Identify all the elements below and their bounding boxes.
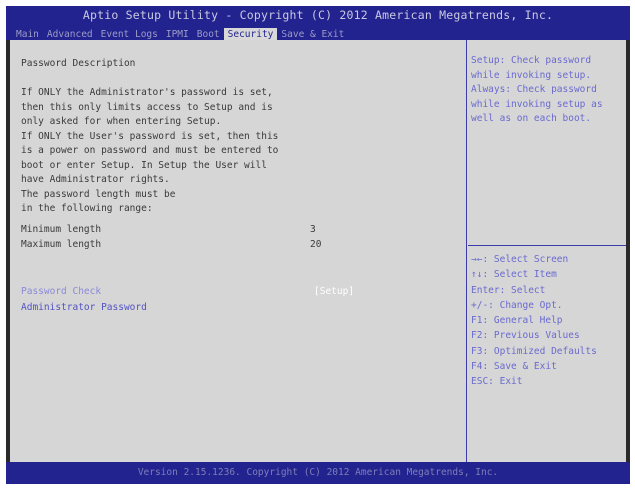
max-length-label: Maximum length: [21, 239, 102, 250]
administrator-password-item[interactable]: Administrator Password: [21, 302, 147, 313]
footer-bar: Version 2.15.1236. Copyright (C) 2012 Am…: [6, 462, 630, 484]
password-check-item[interactable]: Password Check: [21, 286, 101, 297]
key-select-screen: →←: Select Screen: [471, 254, 569, 265]
key-change-option: +/-: Change Opt.: [471, 299, 563, 311]
help-line: while invoking setup.: [471, 69, 592, 81]
key-general-help: F1: General Help: [471, 315, 563, 327]
description-line: is a power on password and must be enter…: [21, 145, 279, 156]
min-length-value: 3: [310, 224, 316, 235]
description-line: boot or enter Setup. In Setup the User w…: [21, 159, 267, 171]
help-pane: Setup: Check password while invoking set…: [468, 40, 626, 462]
description-title: Password Description: [21, 58, 136, 69]
description-text: If ONLY the Administrator's password is …: [21, 86, 278, 217]
help-line: Always: Check password: [471, 84, 597, 95]
password-check-value[interactable]: [Setup]: [314, 286, 354, 297]
utility-title: Aptio Setup Utility - Copyright (C) 2012…: [82, 8, 554, 22]
help-line: well as on each boot.: [471, 113, 592, 124]
description-line: If ONLY the User's password is set, then…: [21, 130, 279, 142]
item-help-text: Setup: Check password while invoking set…: [471, 54, 623, 127]
min-length-label: Minimum length: [21, 224, 102, 235]
description-line: in the following range:: [21, 203, 153, 214]
max-length-value: 20: [310, 239, 322, 250]
settings-pane: Password Description If ONLY the Adminis…: [10, 40, 467, 462]
version-text: Version 2.15.1236. Copyright (C) 2012 Am…: [137, 467, 499, 478]
content-area: Password Description If ONLY the Adminis…: [10, 40, 626, 462]
help-line: Setup: Check password: [471, 55, 592, 66]
description-line: If ONLY the Administrator's password is …: [21, 87, 273, 98]
help-divider: [468, 245, 626, 246]
bios-screen: Aptio Setup Utility - Copyright (C) 2012…: [0, 0, 635, 489]
key-optimized-defaults: F3: Optimized Defaults: [471, 345, 597, 357]
help-line: while invoking setup as: [471, 98, 603, 110]
description-line: The password length must be: [21, 188, 176, 200]
key-exit: ESC: Exit: [471, 376, 523, 388]
key-legend: →←: Select Screen ↑↓: Select Item Enter:…: [471, 252, 597, 390]
key-enter-select: Enter: Select: [471, 284, 546, 296]
description-line: then this only limits access to Setup an…: [21, 101, 273, 113]
description-line: only asked for when entering Setup.: [21, 116, 222, 127]
key-select-item: ↑↓: Select Item: [471, 269, 557, 281]
key-save-exit: F4: Save & Exit: [471, 361, 557, 373]
key-previous-values: F2: Previous Values: [471, 330, 580, 342]
description-line: have Administrator rights.: [21, 174, 170, 185]
header-bar: Aptio Setup Utility - Copyright (C) 2012…: [6, 6, 630, 42]
